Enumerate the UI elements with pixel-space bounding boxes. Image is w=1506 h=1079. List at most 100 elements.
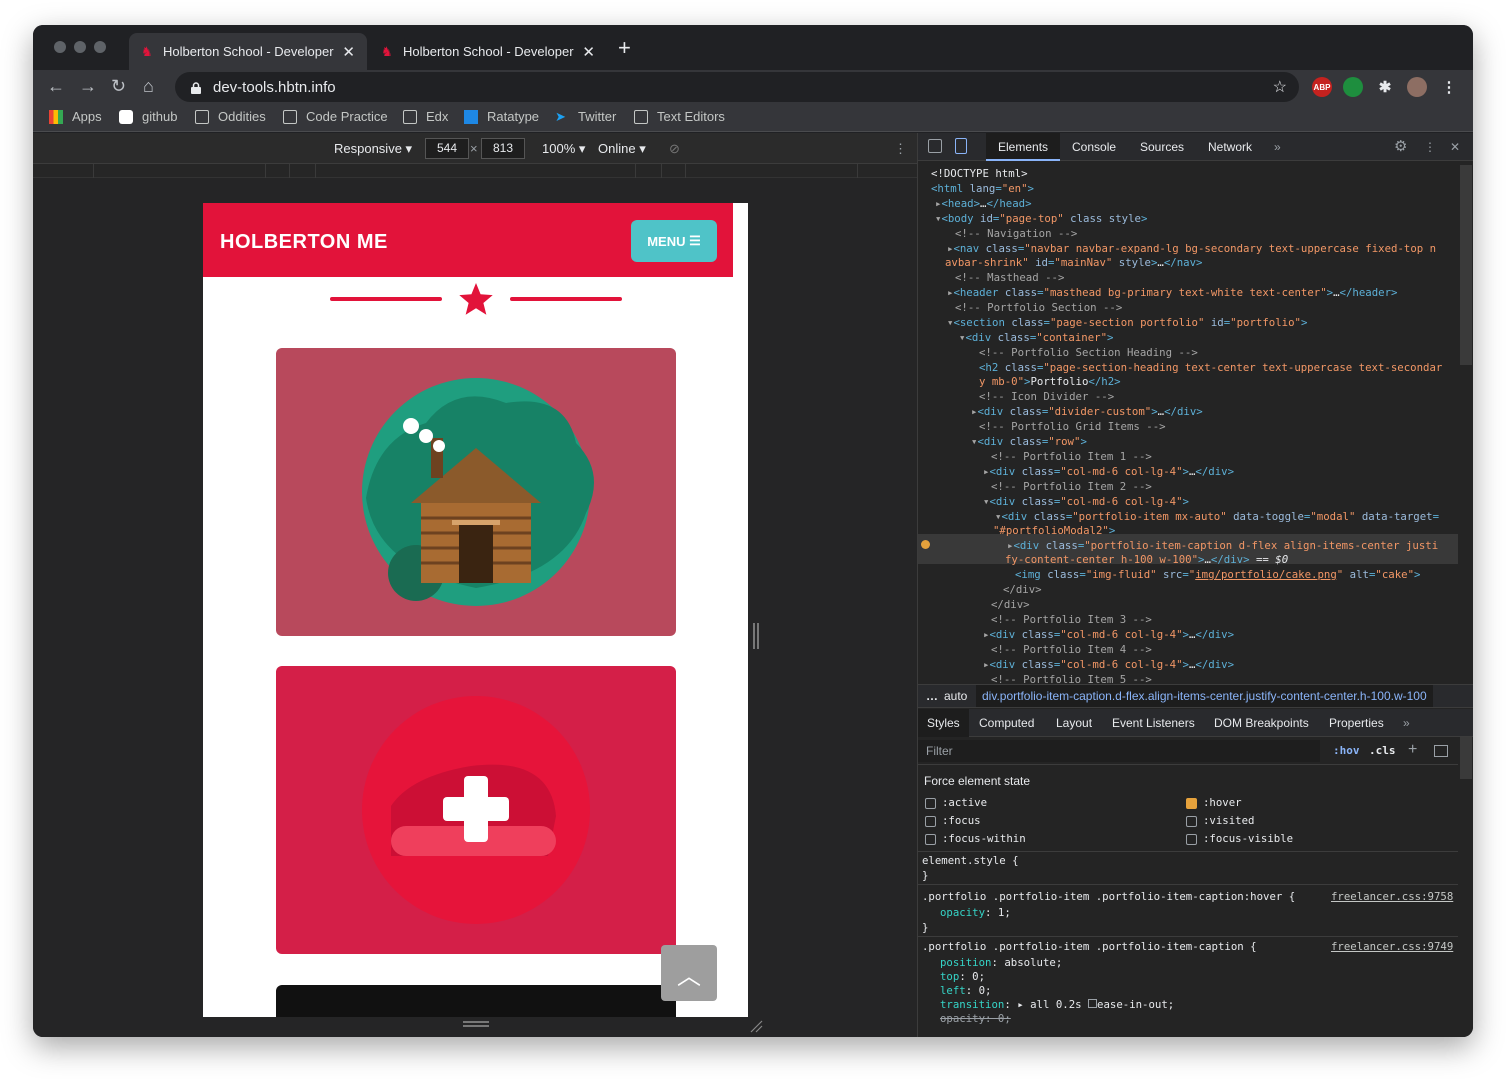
rotate-icon[interactable]: ⊘ bbox=[669, 141, 680, 157]
zoom-select[interactable]: 100% ▾ bbox=[542, 141, 585, 157]
extensions-puzzle-icon[interactable]: ✱ bbox=[1375, 77, 1395, 97]
address-bar[interactable]: dev-tools.hbtn.info ☆ bbox=[175, 72, 1299, 102]
dom-line[interactable]: "#portfolioModal2"> bbox=[993, 523, 1115, 538]
dom-line[interactable]: avbar-shrink" id="mainNav" style>…</nav> bbox=[945, 255, 1202, 270]
dom-line-selected[interactable]: ▸<div class="portfolio-item-caption d-fl… bbox=[1007, 538, 1438, 553]
focus-within-state-checkbox[interactable] bbox=[925, 834, 936, 845]
visited-state-checkbox[interactable] bbox=[1186, 816, 1197, 827]
dom-line[interactable]: <!-- Icon Divider --> bbox=[979, 389, 1114, 404]
dom-line[interactable]: <!-- Portfolio Section --> bbox=[955, 300, 1122, 315]
css-declaration[interactable]: left: 0; bbox=[940, 984, 992, 997]
dom-line[interactable]: <!-- Masthead --> bbox=[955, 270, 1064, 285]
css-declaration[interactable]: top: 0; bbox=[940, 970, 985, 983]
adblock-plus-icon[interactable]: ABP bbox=[1312, 77, 1332, 97]
bookmark-oddities[interactable]: Oddities bbox=[195, 109, 266, 124]
network-throttle-select[interactable]: Online ▾ bbox=[598, 141, 646, 157]
more-tabs-icon[interactable]: » bbox=[1262, 133, 1293, 161]
tab-sources[interactable]: Sources bbox=[1128, 133, 1196, 161]
scroll-to-top-button[interactable]: ︿ bbox=[661, 945, 717, 1001]
hover-state-checkbox[interactable] bbox=[1186, 798, 1197, 809]
close-window-button[interactable] bbox=[54, 41, 66, 53]
breadcrumb-overflow-icon[interactable]: … bbox=[926, 685, 938, 707]
new-tab-button[interactable]: + bbox=[618, 37, 631, 59]
bookmark-apps[interactable]: Apps bbox=[49, 109, 102, 124]
close-devtools-icon[interactable]: ✕ bbox=[1438, 133, 1472, 161]
css-declaration[interactable]: opacity: 1; bbox=[940, 906, 1011, 919]
dom-line[interactable]: <img class="img-fluid" src="img/portfoli… bbox=[1015, 567, 1420, 582]
viewport-width-input[interactable]: 544 bbox=[425, 138, 469, 159]
cls-toggle[interactable]: .cls bbox=[1369, 744, 1396, 757]
tab-console[interactable]: Console bbox=[1060, 133, 1128, 161]
reload-icon[interactable]: ↻ bbox=[111, 76, 126, 96]
tab-dom-breakpoints[interactable]: DOM Breakpoints bbox=[1205, 709, 1318, 737]
browser-tab-1[interactable]: ♞ Holberton School - Developer ✕ bbox=[129, 33, 367, 70]
more-subtabs-icon[interactable]: » bbox=[1394, 709, 1419, 737]
dom-line[interactable]: <html lang="en"> bbox=[931, 181, 1034, 196]
device-more-icon[interactable]: ⋮ bbox=[894, 141, 907, 157]
tab-event-listeners[interactable]: Event Listeners bbox=[1103, 709, 1204, 737]
minimize-window-button[interactable] bbox=[74, 41, 86, 53]
resize-corner-icon[interactable] bbox=[749, 1019, 763, 1033]
tab-styles[interactable]: Styles bbox=[918, 709, 969, 737]
focus-visible-state-checkbox[interactable] bbox=[1186, 834, 1197, 845]
css-declaration[interactable]: transition: ▸ all 0.2s ease-in-out; bbox=[940, 998, 1174, 1011]
dom-line[interactable]: <!-- Navigation --> bbox=[955, 226, 1077, 241]
dom-line[interactable]: <!DOCTYPE html> bbox=[931, 166, 1028, 181]
portfolio-item-cabin[interactable] bbox=[276, 348, 676, 636]
tab-network[interactable]: Network bbox=[1196, 133, 1264, 161]
dom-line[interactable]: <!-- Portfolio Item 2 --> bbox=[991, 479, 1152, 494]
back-icon[interactable]: ← bbox=[47, 76, 65, 96]
bookmark-star-icon[interactable]: ☆ bbox=[1273, 77, 1287, 97]
zoom-window-button[interactable] bbox=[94, 41, 106, 53]
dom-line[interactable]: <!-- Portfolio Item 1 --> bbox=[991, 449, 1152, 464]
resize-handle-right[interactable] bbox=[753, 623, 759, 649]
breadcrumb-item[interactable]: auto bbox=[944, 685, 967, 707]
portfolio-item-cake[interactable] bbox=[276, 666, 676, 954]
close-tab-icon[interactable]: ✕ bbox=[582, 43, 595, 61]
dom-line[interactable]: ▾<section class="page-section portfolio"… bbox=[947, 315, 1307, 330]
tab-properties[interactable]: Properties bbox=[1320, 709, 1393, 737]
bookmark-github[interactable]: github bbox=[119, 109, 177, 124]
browser-menu-icon[interactable]: ⋮ bbox=[1439, 77, 1459, 97]
device-mode-select[interactable]: Responsive ▾ bbox=[334, 141, 412, 157]
dom-line-selected[interactable]: fy-content-center h-100 w-100">…</div> =… bbox=[1005, 552, 1288, 567]
dom-line[interactable]: ▸<head>…</head> bbox=[935, 196, 1032, 211]
extension-green-icon[interactable] bbox=[1343, 77, 1363, 97]
dom-line[interactable]: ▾<div class="row"> bbox=[971, 434, 1087, 449]
home-icon[interactable]: ⌂ bbox=[143, 76, 154, 96]
dom-line[interactable]: ▸<div class="divider-custom">…</div> bbox=[971, 404, 1203, 419]
dom-line[interactable]: </div> bbox=[991, 597, 1030, 612]
css-declaration-overridden[interactable]: opacity: 0; bbox=[940, 1012, 1011, 1025]
styles-filter-input[interactable]: Filter bbox=[918, 740, 1320, 762]
breadcrumb-item-selected[interactable]: div.portfolio-item-caption.d-flex.align-… bbox=[976, 685, 1433, 707]
dom-line[interactable]: <!-- Portfolio Grid Items --> bbox=[979, 419, 1166, 434]
dom-line[interactable]: <!-- Portfolio Item 5 --> bbox=[991, 672, 1152, 684]
bookmark-code-practice[interactable]: Code Practice bbox=[283, 109, 388, 124]
close-tab-icon[interactable]: ✕ bbox=[342, 43, 355, 61]
dom-scrollbar[interactable] bbox=[1460, 165, 1472, 365]
inspect-element-icon[interactable] bbox=[928, 139, 942, 153]
viewport-height-input[interactable]: 813 bbox=[481, 138, 525, 159]
focus-state-checkbox[interactable] bbox=[925, 816, 936, 827]
active-state-checkbox[interactable] bbox=[925, 798, 936, 809]
menu-button[interactable]: MENU ☰ bbox=[631, 220, 717, 262]
rule-source-link[interactable]: freelancer.css:9749 bbox=[1331, 940, 1453, 953]
rule-selector[interactable]: element.style { bbox=[922, 854, 1019, 867]
hov-toggle[interactable]: :hov bbox=[1333, 744, 1360, 757]
portfolio-item-dark[interactable] bbox=[276, 985, 676, 1017]
dom-line[interactable]: ▾<div class="col-md-6 col-lg-4"> bbox=[983, 494, 1189, 509]
profile-avatar[interactable] bbox=[1407, 77, 1427, 97]
dom-line[interactable]: ▾<div class="container"> bbox=[959, 330, 1113, 345]
bookmark-ratatype[interactable]: Ratatype bbox=[464, 109, 539, 124]
new-style-rule-icon[interactable]: + bbox=[1408, 741, 1417, 759]
dom-line[interactable]: <h2 class="page-section-heading text-cen… bbox=[979, 360, 1442, 375]
tab-layout[interactable]: Layout bbox=[1047, 709, 1101, 737]
css-declaration[interactable]: position: absolute; bbox=[940, 956, 1062, 969]
rule-selector[interactable]: .portfolio .portfolio-item .portfolio-it… bbox=[922, 940, 1257, 953]
browser-tab-2[interactable]: ♞ Holberton School - Developer ✕ bbox=[369, 33, 607, 70]
tab-computed[interactable]: Computed bbox=[970, 709, 1043, 737]
resize-handle-bottom[interactable] bbox=[463, 1021, 489, 1027]
dom-line[interactable]: y mb-0">Portfolio</h2> bbox=[979, 374, 1121, 389]
dom-line[interactable]: ▾<body id="page-top" class style> bbox=[935, 211, 1147, 226]
bookmark-text-editors[interactable]: Text Editors bbox=[634, 109, 725, 124]
